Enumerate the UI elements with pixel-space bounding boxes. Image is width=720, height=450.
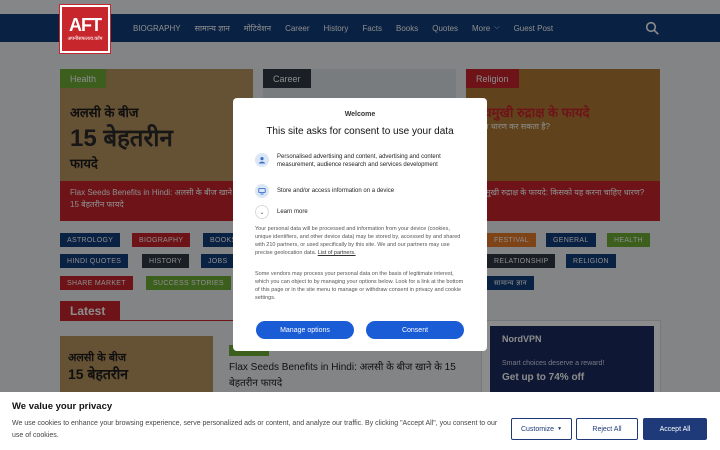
learn-more-toggle[interactable]: ⌄ Learn more bbox=[255, 205, 308, 219]
caret-down-icon: ▼ bbox=[557, 426, 563, 432]
purpose-text: Personalised advertising and content, ad… bbox=[277, 154, 441, 168]
reject-all-button[interactable]: Reject All bbox=[576, 418, 638, 440]
customize-button[interactable]: Customize ▼ bbox=[511, 418, 572, 440]
consent-paragraph-2: Some vendors may process your personal d… bbox=[255, 271, 464, 301]
privacy-text: We use cookies to enhance your browsing … bbox=[12, 420, 498, 439]
logo-mark: AFT bbox=[69, 15, 102, 35]
privacy-title: We value your privacy bbox=[12, 401, 113, 412]
learn-more-label: Learn more bbox=[277, 209, 308, 215]
chevron-down-icon: ⌄ bbox=[255, 205, 269, 219]
purpose-store-access: Store and/or access information on a dev… bbox=[255, 184, 457, 198]
consent-paragraph-1: Your personal data will be processed and… bbox=[255, 225, 467, 257]
manage-options-button[interactable]: Manage options bbox=[256, 321, 354, 339]
accept-all-button[interactable]: Accept All bbox=[643, 418, 707, 440]
purpose-personalised-ads: Personalised advertising and content, ad… bbox=[255, 153, 457, 169]
site-logo[interactable]: AFT अपनीसफलता.कॉम bbox=[60, 5, 110, 53]
consent-button[interactable]: Consent bbox=[366, 321, 464, 339]
logo-tagline: अपनीसफलता.कॉम bbox=[67, 36, 103, 42]
consent-welcome: Welcome bbox=[344, 111, 376, 118]
consent-dialog: Welcome This site asks for consent to us… bbox=[233, 98, 487, 351]
device-icon bbox=[255, 184, 269, 198]
consent-paragraph-1-text: Your personal data will be processed and… bbox=[255, 226, 461, 256]
user-icon bbox=[255, 153, 269, 167]
consent-title: This site asks for consent to use your d… bbox=[266, 126, 454, 137]
purpose-text: Store and/or access information on a dev… bbox=[277, 188, 395, 194]
customize-label: Customize bbox=[520, 425, 555, 433]
partners-link[interactable]: List of partners. bbox=[318, 250, 356, 256]
